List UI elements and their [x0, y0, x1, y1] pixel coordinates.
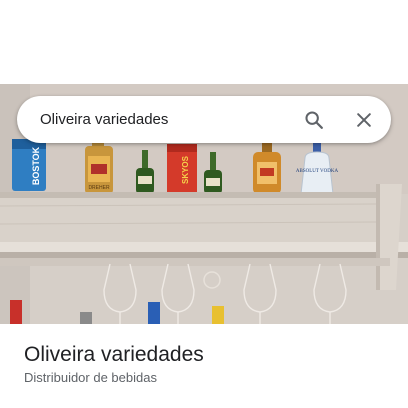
bottle-vodka-label: ABSOLUT VODKA	[296, 169, 339, 174]
close-icon	[357, 112, 371, 127]
bottle-red: SKYOS	[167, 144, 197, 194]
bottle-blue: BOSTOK	[12, 139, 46, 191]
search-bar	[17, 96, 391, 143]
search-button[interactable]	[294, 100, 334, 140]
place-name: Oliveira variedades	[24, 343, 204, 366]
place-info-panel[interactable]: Oliveira variedades Distribuidor de bebi…	[0, 324, 408, 408]
search-input[interactable]	[17, 96, 294, 143]
bottle-gold-label: DREHER	[88, 185, 110, 191]
bottle-blue-label: BOSTOK	[31, 146, 41, 185]
bottle-red-label: SKYOS	[181, 155, 190, 184]
clear-search-button[interactable]	[344, 100, 384, 140]
place-category: Distribuidor de bebidas	[24, 370, 157, 385]
search-icon	[305, 110, 323, 129]
shelf-board	[0, 192, 380, 248]
